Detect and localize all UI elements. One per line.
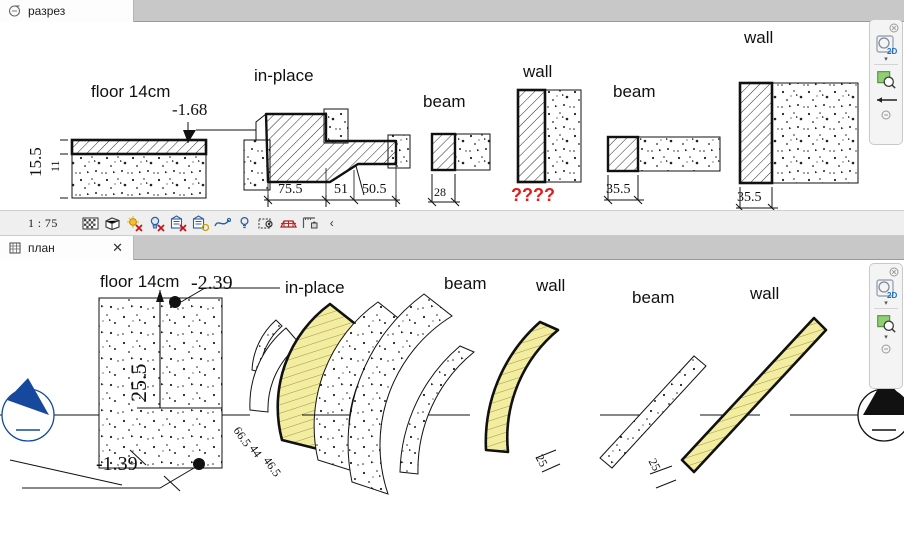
beam-detail-2-title: beam [613,82,656,101]
collapse-icon[interactable] [881,110,891,120]
floor-detail-dim-slab: 11 [48,160,62,172]
section-statusbar: 1 : 75 ‹ [0,210,904,445]
in-place-dim-1: 75.5 [278,182,303,197]
in-place-detail-title: in-place [254,66,314,85]
perspective-off-icon[interactable] [279,215,297,232]
zoom-dropdown-caret[interactable]: ▾ [884,334,888,341]
orbit-2d-button[interactable]: 2D [873,33,899,57]
render-settings-icon[interactable] [192,214,209,232]
floor-plan-title: floor 14cm [100,272,180,291]
bulb-icon[interactable] [236,215,253,232]
palette-divider [874,64,898,65]
in-place-plan-title: in-place [285,278,345,297]
beam-detail-1-title: beam [423,92,466,111]
zoom-window-icon [877,315,896,333]
tab-label: план [28,241,55,255]
plan-tabbar: план ✕ [0,236,904,260]
wall-detail-2-title: wall [744,28,774,47]
tab-razrez[interactable]: разрез [0,0,134,22]
in-place-dim-2: 51 [334,182,348,197]
back-button[interactable] [873,91,899,109]
section-drawing [60,81,859,210]
tab-label: разрез [28,4,66,18]
orbit-dropdown-caret[interactable]: ▾ [884,56,888,63]
floor-plan-elev-bottom: -1.39 [96,453,138,475]
beam-plan-straight-title: beam [632,288,675,307]
floor-detail-elevation: -1.68 [172,100,208,119]
close-icon[interactable] [889,23,899,33]
wall-plan-straight-title: wall [750,284,780,303]
close-icon[interactable] [889,267,899,277]
navigation-palette-plan[interactable]: 2D ▾ ▾ [869,263,903,389]
plan-grid-icon [9,242,21,254]
wall-detail-1-geometry [516,88,582,184]
zoom-window-button[interactable] [873,67,899,91]
in-place-dim-3: 50.5 [362,182,387,197]
beam-plan-curved-title: beam [444,274,487,293]
svg-text:2D: 2D [887,47,897,56]
navigation-palette-section[interactable]: 2D ▾ [869,19,903,145]
render-off-icon[interactable] [170,214,187,232]
in-place-plan-geometry [9,293,453,510]
svg-text:2D: 2D [887,291,897,300]
view-toolbar: ‹ [82,214,334,232]
palette-divider [874,308,898,309]
measure-lock-icon[interactable] [302,215,319,232]
orbit-2d-button[interactable]: 2D [873,277,899,301]
back-arrow-icon [877,97,897,103]
orbit-2d-icon: 2D [876,279,897,300]
3d-box-icon[interactable] [104,215,121,232]
floor-detail-geometry [60,122,256,199]
beam-detail-2-dim: 35.5 [606,182,631,197]
floor-plan-elev-top: -2.39 [191,272,233,294]
section-marker-left [1,378,55,442]
section-tabbar: разрез [0,0,904,22]
beam-plan-curved-geometry [399,345,475,475]
sun-off-icon[interactable] [126,215,143,232]
beam-detail-1-dim: 28 [434,185,446,199]
transparency-icon[interactable] [82,215,99,232]
wall-detail-1-dim: ???? [511,185,555,205]
light-off-icon[interactable] [148,215,165,232]
wall-plan-curved-geometry [484,320,561,473]
floor-detail-dim-total: 15.5 [26,147,45,177]
collapse-icon[interactable] [881,344,891,354]
section-drawing-canvas[interactable]: floor 14cm -1.68 15.5 11 in-place 75.5 5… [0,22,904,210]
wall-plan-curved-title: wall [536,276,566,295]
wall-detail-1-title: wall [523,62,553,81]
toolbar-overflow-caret[interactable]: ‹ [330,216,334,230]
application-window: разрез floor 14cm -1.68 15.5 11 in-place… [0,0,904,540]
spline-icon[interactable] [214,215,231,232]
orbit-dropdown-caret[interactable]: ▾ [884,300,888,307]
scale-label: 1 : 75 [28,215,58,230]
zoom-window-button[interactable] [873,311,899,335]
tab-close-button[interactable]: ✕ [112,242,123,255]
orbit-2d-icon: 2D [876,35,897,56]
floor-detail-title: floor 14cm [91,82,171,101]
section-marker-icon [8,5,21,17]
wall-detail-2-dim: 35.5 [737,190,762,205]
wall-plan-straight-geometry [649,316,828,489]
camera-icon[interactable] [258,215,275,232]
floor-plan-dim-height: 25.5 [126,363,151,403]
zoom-window-icon [877,71,896,89]
plan-drawing-canvas[interactable]: floor 14cm -2.39 -1.39 25.5 in-place 66.… [0,260,904,540]
tab-plan[interactable]: план ✕ [0,236,134,260]
